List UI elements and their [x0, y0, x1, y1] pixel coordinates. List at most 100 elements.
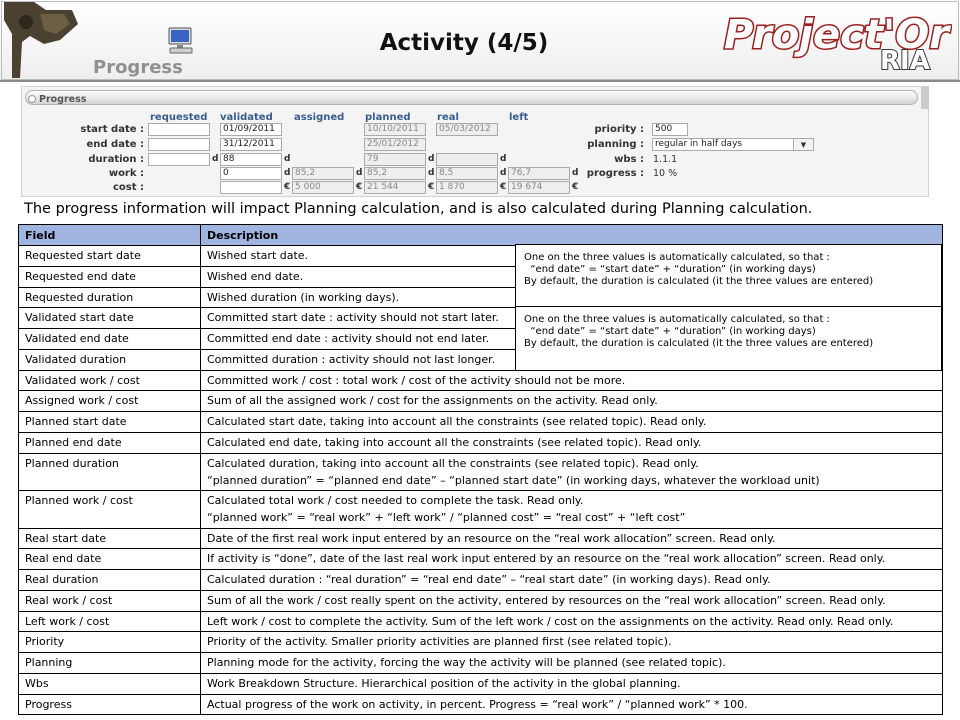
description-line: “planned work” = “real work” + “left wor…	[207, 511, 686, 524]
validated-work-input[interactable]: 0	[220, 167, 282, 180]
label-cost: cost :	[112, 182, 144, 193]
unit-euro: €	[356, 182, 363, 192]
requested-duration-input[interactable]	[148, 153, 210, 166]
validated-duration-input[interactable]: 88	[220, 153, 282, 166]
planned-cost-field: 21 544	[364, 181, 426, 194]
field-cell: Progress	[18, 693, 201, 716]
label-planning: planning :	[587, 139, 644, 150]
description-cell: Priority of the activity. Smaller priori…	[200, 631, 943, 653]
collapse-toggle-icon[interactable]	[28, 95, 36, 103]
field-cell: Requested start date	[18, 245, 201, 267]
form-scrollbar[interactable]	[921, 87, 929, 109]
brand-sub-fill: RIA	[880, 46, 930, 72]
validated-cost-input[interactable]	[220, 181, 282, 194]
table-row: Planned duration Calculated duration, tak…	[18, 452, 943, 491]
col-real: real	[437, 112, 459, 123]
col-validated: validated	[220, 112, 273, 123]
description-cell: Calculated start date, taking into accou…	[200, 411, 943, 433]
validated-end-input[interactable]: 31/12/2011	[220, 138, 282, 151]
unit-day: d	[284, 154, 291, 164]
field-cell: Assigned work / cost	[18, 390, 201, 412]
table-row: Planned end date Calculated end date, tak…	[18, 431, 943, 454]
field-cell: Left work / cost	[18, 610, 201, 633]
unit-euro: €	[428, 182, 435, 192]
field-cell: Validated duration	[18, 348, 201, 371]
field-cell: Real start date	[18, 527, 201, 550]
label-priority: priority :	[594, 124, 644, 135]
planning-select-value: regular in half days	[655, 139, 743, 149]
slide-header: Progress Activity (4/5) Project'Or Proje…	[0, 0, 960, 82]
left-work-field: 76,7	[508, 167, 570, 180]
priority-input[interactable]: 500	[652, 123, 688, 136]
description-cell: Calculated end date, taking into account…	[200, 431, 943, 454]
calculation-note: One on the three values is automatically…	[515, 306, 942, 371]
description-line: Priority of the activity. Smaller priori…	[207, 635, 672, 649]
progress-form-screenshot: Progress requested validated assigned pl…	[21, 86, 929, 197]
field-cell: Requested duration	[18, 286, 201, 309]
description-line: Calculated duration : “real duration” = …	[207, 573, 771, 586]
field-cell: Real work / cost	[18, 589, 201, 612]
label-wbs: wbs :	[614, 154, 644, 165]
progress-panel-header[interactable]	[25, 90, 918, 105]
table-row: Assigned work / cost Sum of all the assig…	[18, 390, 943, 412]
description-line: Work Breakdown Structure. Hierarchical p…	[207, 676, 681, 690]
description-cell: If activity is “done”, date of the last …	[200, 548, 943, 570]
field-cell: Planned work / cost	[18, 490, 201, 529]
assigned-cost-field: 5 000	[292, 181, 354, 194]
validated-start-input[interactable]: 01/09/2011	[220, 123, 282, 136]
description-cell: Sum of all the assigned work / cost for …	[200, 390, 943, 412]
field-cell: Real end date	[18, 548, 201, 570]
table-row: Real start date Date of the first real wo…	[18, 527, 943, 550]
real-work-field: 8,5	[436, 167, 498, 180]
header-field: Field	[18, 224, 201, 246]
col-left: left	[509, 112, 529, 123]
description-cell: Calculated total work / cost needed to c…	[200, 490, 943, 529]
description-line: Calculated total work / cost needed to c…	[207, 494, 584, 507]
label-work: work :	[108, 168, 144, 179]
left-cost-field: 19 674	[508, 181, 570, 194]
table-row: Planned work / cost Calculated total work…	[18, 490, 943, 529]
description-cell: Calculated duration, taking into account…	[200, 452, 943, 491]
intro-sentence: The progress information will impact Pla…	[24, 201, 813, 217]
col-requested: requested	[150, 112, 208, 123]
description-line: Date of the first real work input entere…	[207, 531, 776, 545]
table-row: Wbs Work Breakdown Structure. Hierarchica…	[18, 672, 943, 695]
table-row: Planned start date Calculated start date,…	[18, 411, 943, 433]
table-row: Validated work / cost Committed work / co…	[18, 369, 943, 392]
label-duration: duration :	[88, 154, 144, 165]
project-or-ria-logo: Project'Or Project'Or RIA RIA	[723, 11, 953, 73]
description-line: Left work / cost to complete the activit…	[207, 614, 894, 628]
select-dropdown-arrow-icon[interactable]: ▼	[793, 139, 813, 150]
planned-end-field: 25/01/2012	[364, 138, 426, 151]
planned-duration-field: 79	[364, 153, 426, 166]
real-duration-field	[436, 153, 498, 166]
unit-day: d	[356, 168, 363, 178]
unit-day: d	[428, 168, 435, 178]
description-line: Sum of all the work / cost really spent …	[207, 593, 886, 607]
planning-select[interactable]: regular in half days ▼	[652, 138, 814, 151]
header-description: Description	[200, 224, 943, 246]
unit-euro: €	[284, 182, 291, 192]
description-line: “planned duration” = “planned end date” …	[207, 473, 820, 487]
requested-end-input[interactable]	[148, 138, 210, 151]
description-cell: Sum of all the work / cost really spent …	[200, 589, 943, 612]
assigned-work-field: 85,2	[292, 167, 354, 180]
field-cell: Planning	[18, 652, 201, 674]
field-cell: Requested end date	[18, 265, 201, 288]
description-cell: Actual progress of the work on activity,…	[200, 693, 943, 716]
label-end-date: end date :	[86, 139, 145, 150]
table-row: Real end date If activity is “done”, date…	[18, 548, 943, 570]
unit-day: d	[500, 168, 507, 178]
field-cell: Planned start date	[18, 411, 201, 433]
table-row: Priority Priority of the activity. Smalle…	[18, 631, 943, 653]
unit-day: d	[212, 154, 219, 164]
description-cell: Planning mode for the activity, forcing …	[200, 652, 943, 674]
real-cost-field: 1 870	[436, 181, 498, 194]
progress-value: 10 %	[653, 168, 678, 179]
table-row: Planning Planning mode for the activity, …	[18, 652, 943, 674]
field-cell: Planned end date	[18, 431, 201, 454]
planned-work-field: 85,2	[364, 167, 426, 180]
description-line: Planning mode for the activity, forcing …	[207, 656, 726, 669]
requested-start-input[interactable]	[148, 123, 210, 136]
description-cell: Calculated duration : “real duration” = …	[200, 569, 943, 591]
